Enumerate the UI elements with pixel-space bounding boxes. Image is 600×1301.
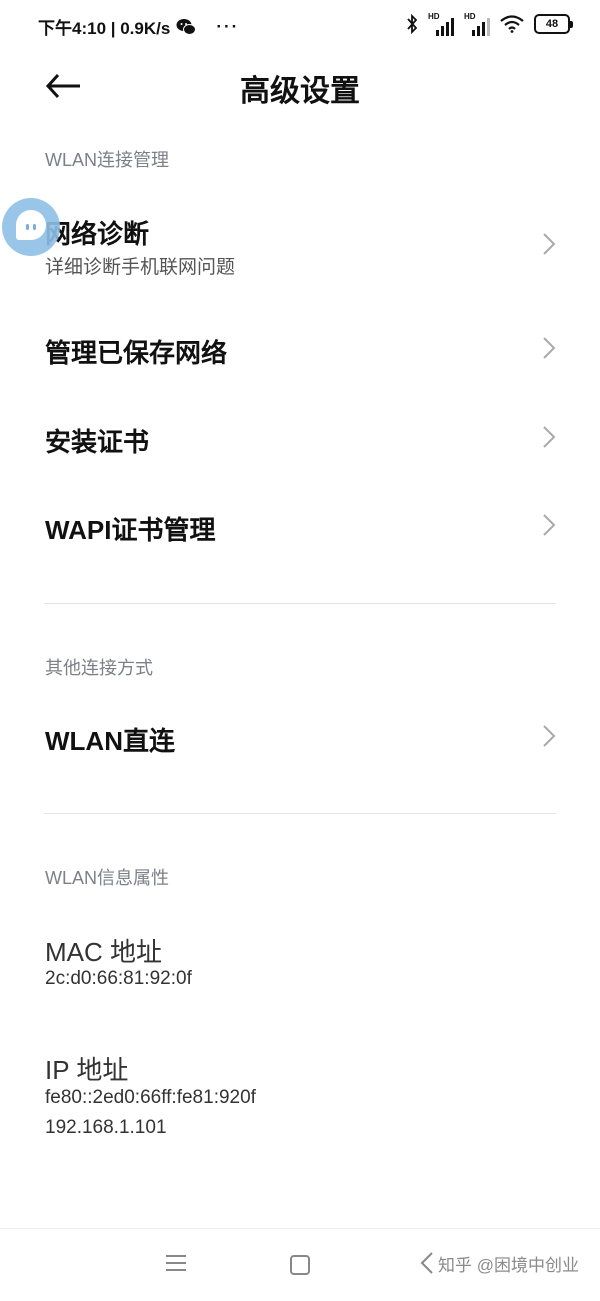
header: 高级设置: [0, 52, 600, 122]
row-wapi-certificate[interactable]: WAPI证书管理: [0, 494, 600, 558]
section-label-wlan-manage: WLAN连接管理: [45, 150, 170, 170]
divider: [44, 603, 556, 604]
row-title: WAPI证书管理: [45, 515, 216, 545]
back-nav-icon[interactable]: [420, 1251, 434, 1275]
ip-address-label: IP 地址: [45, 1055, 129, 1085]
row-title: 网络诊断: [45, 219, 150, 249]
row-subtitle: 详细诊断手机联网问题: [45, 257, 236, 278]
row-wlan-direct[interactable]: WLAN直连: [0, 705, 600, 769]
row-title: 管理已保存网络: [45, 338, 228, 368]
floating-ball-icon[interactable]: [2, 198, 60, 256]
row-title: 安装证书: [45, 427, 150, 457]
watermark: 知乎 @困境中创业: [438, 1256, 579, 1275]
mac-address-value: 2c:d0:66:81:92:0f: [45, 968, 192, 989]
chevron-right-icon: [543, 233, 556, 255]
ip-address-v6-value: fe80::2ed0:66ff:fe81:920f: [45, 1087, 256, 1108]
ip-address-v4-value: 192.168.1.101: [45, 1117, 167, 1138]
wifi-icon: [500, 15, 524, 33]
menu-icon[interactable]: [166, 1255, 186, 1273]
navigation-bar: 知乎 @困境中创业: [0, 1228, 600, 1301]
battery-icon: 48: [534, 14, 573, 34]
page-title: 高级设置: [240, 75, 360, 108]
section-label-wlan-info: WLAN信息属性: [45, 868, 170, 888]
home-icon[interactable]: [290, 1255, 310, 1275]
bluetooth-icon: [407, 14, 418, 34]
more-icon: ···: [216, 16, 240, 36]
chevron-right-icon: [543, 426, 556, 448]
section-label-other-connect: 其他连接方式: [45, 658, 153, 678]
chevron-right-icon: [543, 337, 556, 359]
time-speed: 下午4:10 | 0.9K/s: [38, 19, 171, 38]
status-left: 下午4:10 | 0.9K/s ···: [38, 14, 239, 39]
eye-icon: [33, 224, 36, 230]
row-saved-networks[interactable]: 管理已保存网络: [0, 318, 600, 382]
wechat-icon: [176, 18, 197, 35]
signal-icon: HD: [428, 12, 454, 36]
signal-icon: HD: [464, 12, 490, 36]
floating-ball-face: [16, 210, 46, 240]
chevron-right-icon: [543, 725, 556, 747]
row-network-diagnosis[interactable]: 网络诊断 详细诊断手机联网问题: [0, 198, 600, 288]
row-title: WLAN直连: [45, 726, 175, 756]
chevron-right-icon: [543, 514, 556, 536]
row-install-certificate[interactable]: 安装证书: [0, 406, 600, 470]
divider: [44, 813, 556, 814]
eye-icon: [26, 224, 29, 230]
status-bar: 下午4:10 | 0.9K/s ··· HD HD 48: [0, 0, 600, 52]
status-right: HD HD 48: [406, 12, 573, 36]
